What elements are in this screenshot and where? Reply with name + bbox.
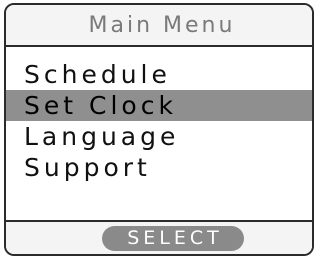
device-screen: Main Menu Schedule Set Clock Language Su… [4, 3, 314, 256]
select-button[interactable]: SELECT [102, 226, 244, 251]
menu-item-set-clock[interactable]: Set Clock [6, 90, 312, 121]
title-bar: Main Menu [6, 5, 312, 47]
menu-item-schedule[interactable]: Schedule [6, 59, 312, 90]
menu-list: Schedule Set Clock Language Support [6, 59, 312, 183]
menu-item-support[interactable]: Support [6, 152, 312, 183]
menu-title: Main Menu [88, 12, 236, 38]
menu-item-language[interactable]: Language [6, 121, 312, 152]
footer-bar: SELECT [6, 220, 312, 254]
